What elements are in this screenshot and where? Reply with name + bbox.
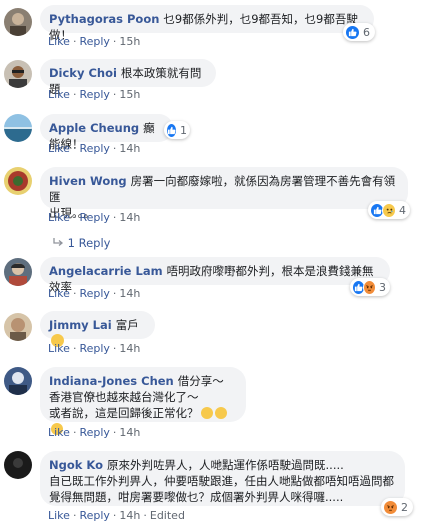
timestamp[interactable]: 14h [119,211,140,224]
comment-actions: Like · Reply · 15h [48,88,141,101]
reaction-count: 4 [399,203,406,217]
timestamp[interactable]: 14h [119,426,140,439]
thinking-face-icon [200,407,213,419]
avatar[interactable] [4,451,32,479]
avatar[interactable] [4,114,32,142]
like-link[interactable]: Like [48,35,70,48]
like-link[interactable]: Like [48,426,70,439]
edited-label[interactable]: Edited [150,509,185,522]
timestamp[interactable]: 14h [119,142,140,155]
comment-actions: Like · Reply · 14h · Edited [48,509,185,522]
comment-author[interactable]: Jimmy Lai [49,318,112,332]
comment-author[interactable]: Ngok Ko [49,458,103,472]
comment-bubble: Angelacarrie Lam 唔明政府嚟嘢都外判，根本是浪費錢兼無效率 [40,257,390,294]
reply-link[interactable]: Reply [79,509,109,522]
timestamp[interactable]: 14h [119,342,140,355]
comment-author[interactable]: Apple Cheung [49,121,139,135]
reply-link[interactable]: Reply [79,426,109,439]
like-reaction-icon [166,122,177,138]
comment-author[interactable]: Dicky Choi [49,66,117,80]
like-link[interactable]: Like [48,509,70,522]
angry-reaction-icon [383,499,398,515]
comment-text-line: 覺得無問題，咁房署要嚟做乜？成個署外判畀人咪得囉..... [49,490,344,504]
comment-author[interactable]: Indiana-Jones Chen [49,374,174,388]
comment-author[interactable]: Hiven Wong [49,174,127,188]
reaction-count: 1 [180,123,187,137]
timestamp[interactable]: 15h [119,88,140,101]
comment-actions: Like · Reply · 14h [48,211,141,224]
thinking-face-icon [214,407,227,419]
comment-author[interactable]: Angelacarrie Lam [49,264,163,278]
avatar[interactable] [4,167,32,195]
avatar[interactable] [4,258,32,286]
comment-bubble: Indiana-Jones Chen 借分享～ 香港官僚也越來越台灣化了～ 或者說… [40,367,246,435]
avatar[interactable] [4,313,32,341]
like-link[interactable]: Like [48,88,70,101]
comment-bubble: Hiven Wong 房署一向都廢嫁啦，就係因為房署管理不善先會有領匯 出現。。。 [40,167,408,220]
comment-bubble: Pythagoras Poon 乜9都係外判，乜9都吾知，乜9都吾駛做！ [40,5,374,42]
timestamp[interactable]: 14h [119,509,140,522]
comment-text-line: 原來外判咗畀人，人哋點運作係唔駛過問既..... [107,458,344,472]
reaction-summary[interactable]: 6 [343,23,375,41]
timestamp[interactable]: 15h [119,35,140,48]
reply-link[interactable]: Reply [79,88,109,101]
reaction-summary[interactable]: 2 [381,498,413,516]
like-reaction-icon [345,24,360,40]
reply-count-label: 1 Reply [67,236,111,250]
reaction-summary[interactable]: 3 [350,278,390,296]
comment-actions: Like · Reply · 14h [48,426,141,439]
comment-text-line: 或者說，這是回歸後正常化？ [49,406,199,420]
like-link[interactable]: Like [48,287,70,300]
like-link[interactable]: Like [48,342,70,355]
like-link[interactable]: Like [48,211,70,224]
comment-text-line: 借分享～ [177,374,224,388]
view-replies-link[interactable]: 1 Reply [52,236,110,250]
comment-text-line: 自已既工作外判畀人，仲要唔駛跟進，任由人哋點做都唔知唔過問都 [49,474,394,488]
comment-text: 富戶 [115,318,139,332]
comment-text-line: 香港官僚也越來越台灣化了～ [49,390,199,404]
reply-link[interactable]: Reply [79,287,109,300]
reply-link[interactable]: Reply [79,35,109,48]
comment-actions: Like · Reply · 14h [48,342,141,355]
comment-actions: Like · Reply · 15h [48,35,141,48]
reaction-count: 3 [379,280,386,294]
sad-reaction-icon [382,202,396,218]
avatar[interactable] [4,60,32,88]
reaction-count: 2 [401,500,408,514]
comment-bubble: Ngok Ko 原來外判咗畀人，人哋點運作係唔駛過問既..... 自已既工作外判畀… [40,451,405,506]
avatar[interactable] [4,8,32,36]
comment-bubble: Dicky Choi 根本政策就有問題 [40,59,216,96]
comment-actions: Like · Reply · 14h [48,287,141,300]
avatar[interactable] [4,367,32,395]
reaction-summary[interactable]: 4 [368,201,410,219]
timestamp[interactable]: 14h [119,287,140,300]
reaction-summary[interactable]: 1 [164,121,190,139]
reply-link[interactable]: Reply [79,342,109,355]
angry-reaction-icon [363,279,376,295]
reply-arrow-icon [52,236,68,250]
comment-author[interactable]: Pythagoras Poon [49,12,159,26]
comment-bubble: Jimmy Lai 富戶 [40,311,155,347]
comment-bubble: Apple Cheung 癲能線！ [40,114,173,151]
reply-link[interactable]: Reply [79,211,109,224]
like-link[interactable]: Like [48,142,70,155]
reply-link[interactable]: Reply [79,142,109,155]
comment-actions: Like · Reply · 14h [48,142,141,155]
reaction-count: 6 [363,25,370,39]
